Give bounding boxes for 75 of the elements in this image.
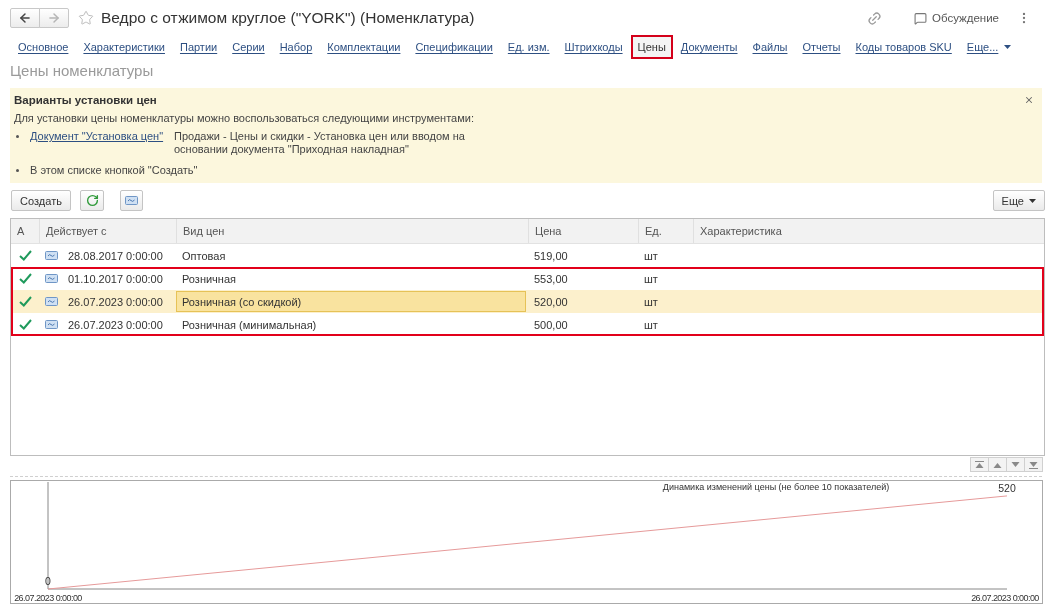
close-button[interactable]	[1024, 95, 1034, 105]
tab[interactable]: Цены	[630, 35, 673, 59]
more-tab[interactable]: Еще...	[959, 35, 1019, 59]
data-label: 520	[998, 481, 1016, 494]
toolbar-button[interactable]	[120, 190, 143, 211]
axis-label: 26.07.2023 0:00:00	[971, 593, 1039, 603]
refresh-icon	[85, 194, 99, 207]
table-cell-text: шт	[643, 317, 659, 333]
table-cell-text: шт	[643, 294, 659, 310]
column-header[interactable]: Ед.	[638, 219, 693, 243]
bullet-icon	[16, 169, 19, 172]
info-text: В этом списке кнопкой "Создать"	[30, 164, 198, 177]
tab[interactable]: Комплектации	[320, 35, 408, 59]
table-row[interactable]: 26.07.2023 0:00:00 Розничная (со скидкой) 520,00 шт	[11, 290, 1044, 313]
last-button[interactable]	[1024, 457, 1043, 472]
date-text: 26.07.2023 0:00:00	[68, 318, 163, 331]
chat-icon	[914, 11, 927, 25]
card-icon	[45, 274, 58, 283]
tab[interactable]: Спецификации	[408, 35, 500, 59]
tab[interactable]: Файлы	[745, 35, 795, 59]
triangle-down-icon	[1011, 460, 1020, 469]
table-cell-text: 520,00	[533, 294, 569, 310]
document-link[interactable]: Документ "Установка цен"	[30, 130, 164, 142]
bar-triangle-down-icon	[1029, 460, 1038, 469]
table-cell: Розничная (со скидкой)	[176, 291, 526, 312]
date-text: 28.08.2017 0:00:00	[68, 249, 163, 262]
tab[interactable]: Серии	[225, 35, 272, 59]
column-header[interactable]: А	[11, 219, 39, 243]
section-title: Цены номенклатуры	[10, 62, 155, 80]
card-icon	[45, 320, 58, 329]
window-title: Ведро с отжимом круглое ("YORK") (Номенклатура)	[101, 9, 475, 27]
table-cell-text: 553,00	[533, 271, 569, 287]
column-header[interactable]: Цена	[528, 219, 638, 243]
caret-icon	[1004, 45, 1012, 49]
info-title: Варианты установки цен	[14, 94, 157, 106]
tab[interactable]: Ед. изм.	[500, 35, 557, 59]
refresh-button[interactable]	[80, 190, 104, 211]
card-icon	[125, 196, 138, 205]
close-icon	[1024, 95, 1034, 105]
create-button[interactable]: Создать	[11, 190, 71, 211]
info-text: Для установки цены номенклатуры можно воспользоваться следующими инструментами:	[14, 112, 475, 125]
date-text: 26.07.2023 0:00:00	[68, 295, 163, 308]
table-cell-text: 500,00	[533, 317, 569, 333]
more-button[interactable]: Еще	[992, 190, 1045, 211]
card-icon	[45, 297, 58, 306]
tab[interactable]: Характеристики	[76, 35, 172, 59]
tab[interactable]: Отчеты	[795, 35, 848, 59]
column-header[interactable]: Характеристика	[693, 219, 1044, 243]
caret-icon	[1029, 198, 1036, 203]
table-cell-text: Розничная	[181, 271, 237, 287]
discussion-button[interactable]: Обсуждение	[914, 11, 999, 25]
column-header[interactable]: Действует с	[39, 219, 176, 243]
table-cell-text: Розничная (минимальная)	[181, 317, 318, 333]
bar-triangle-up-icon	[975, 460, 984, 469]
tab[interactable]: Набор	[272, 35, 320, 59]
info-text: Продажи - Цены и скидки - Установка цен или вводом на основании документа "Приходная накладная"	[174, 130, 466, 156]
tab[interactable]: Партии	[172, 35, 225, 59]
table-cell-text: Оптовая	[181, 248, 227, 264]
back-button[interactable]	[10, 8, 40, 28]
card-icon	[45, 251, 58, 260]
tab[interactable]: Коды товаров SKU	[848, 35, 959, 59]
column-header[interactable]: Вид цен	[176, 219, 528, 243]
table-cell-text: шт	[643, 271, 659, 287]
star-icon[interactable]	[78, 10, 94, 26]
data-label: 0	[45, 575, 51, 587]
table-cell-text: шт	[643, 248, 659, 264]
axis-label: 26.07.2023 0:00:00	[14, 593, 82, 603]
date-text: 01.10.2017 0:00:00	[68, 272, 163, 285]
tab[interactable]: Документы	[673, 35, 745, 59]
table-cell-text: 519,00	[533, 248, 569, 264]
chart-title: Динамика изменений цены (не более 10 показателей)	[662, 482, 890, 492]
tab[interactable]: Основное	[11, 35, 76, 59]
tab[interactable]: Штрихкоды	[557, 35, 630, 59]
bullet-icon	[16, 135, 19, 138]
triangle-up-icon	[993, 460, 1002, 469]
